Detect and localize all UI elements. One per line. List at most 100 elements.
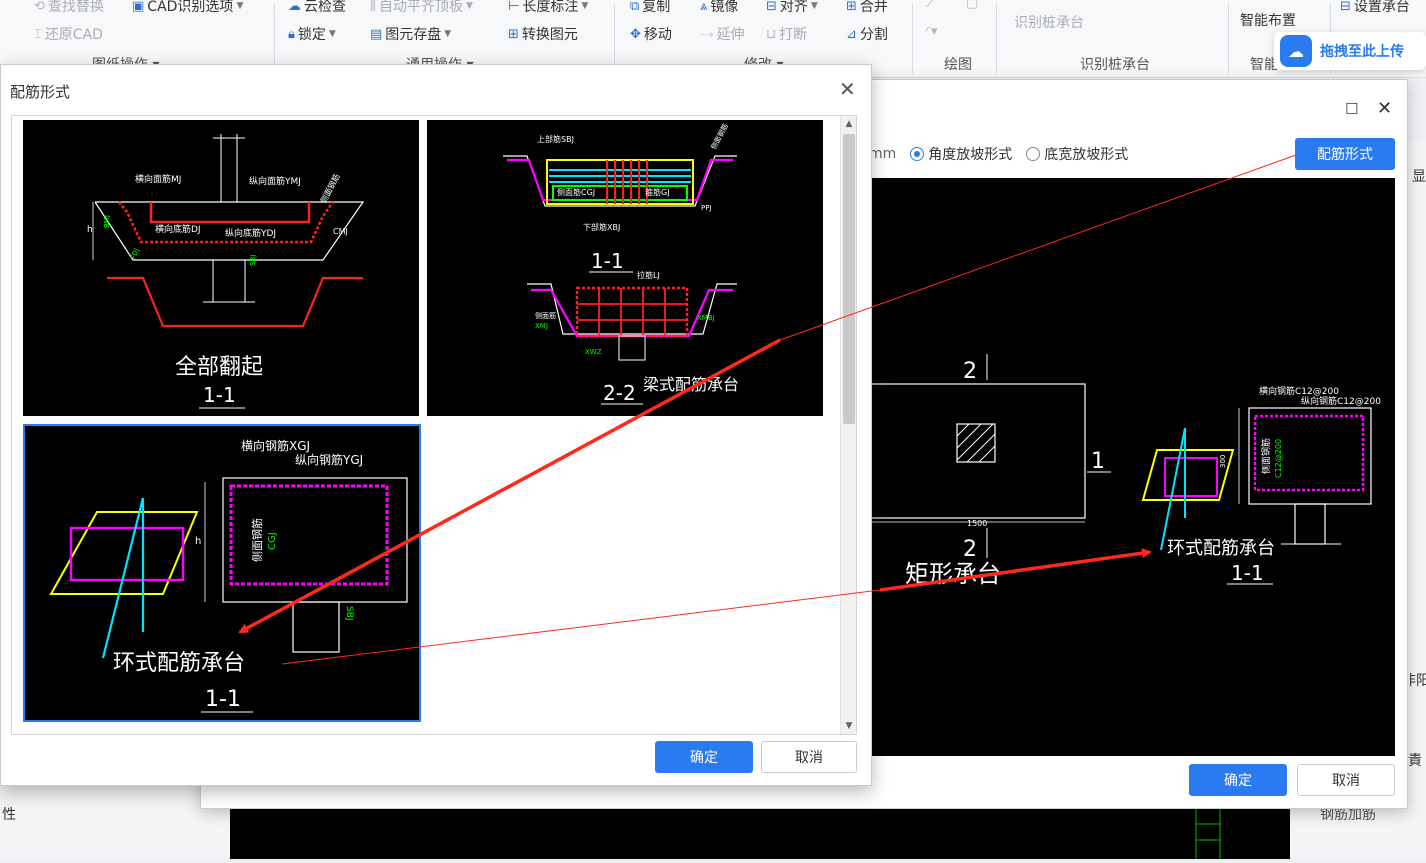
side-rebar-label: 侧面钢筋 — [250, 518, 264, 562]
gallery-scrollbar[interactable]: ▲ ▼ — [840, 116, 856, 734]
code-label: XMJ — [535, 322, 548, 330]
extend-icon: ⤍ — [700, 26, 714, 42]
store-element-button[interactable]: ▤ 图元存盘 ▼ — [370, 24, 451, 44]
extend-button[interactable]: ⤍ 延伸 — [700, 24, 745, 44]
length-mark-button[interactable]: ⊢ 长度标注 ▼ — [508, 0, 588, 16]
pile-cap-preview-drawing: 2 2 1 1500 矩形承台 300 横向钢筋C12@200 纵向钢筋C12@… — [871, 354, 1381, 588]
lock-button[interactable]: 🔒︎ 锁定 ▼ — [288, 24, 336, 44]
section-label: 2-2 — [603, 381, 636, 405]
cloud-check-icon: ☁ — [288, 0, 301, 14]
top-rebar-label: 上部筋SBJ — [537, 134, 574, 144]
draw-rect-icon: ▢ — [966, 0, 979, 11]
dropdown-arrow-icon: ▼ — [444, 29, 452, 39]
scroll-up-icon[interactable]: ▲ — [841, 116, 856, 132]
break-icon: ⊔ — [766, 26, 777, 42]
smart-layout-button[interactable]: 智能布置 — [1240, 10, 1296, 30]
code-label: XWZ — [585, 348, 602, 356]
transverse-rebar-label: 横向钢筋XGJ — [241, 438, 310, 453]
section-label: 1-1 — [203, 383, 236, 407]
break-button[interactable]: ⊔ 打断 — [766, 24, 807, 44]
slope-form-radio-group: mm 角度放坡形式 底宽放坡形式 — [869, 146, 1129, 163]
split-icon: ⊿ — [846, 26, 857, 42]
longitudinal-top-label: 纵向面筋YMJ — [249, 175, 301, 187]
tile-caption: 全部翻起 — [175, 355, 263, 380]
ribbon-divider — [1228, 4, 1229, 74]
dropdown-arrow-icon: ▼ — [581, 1, 589, 11]
move-icon: ✥ — [630, 26, 641, 42]
dropdown-arrow-icon: ▼ — [465, 1, 473, 11]
lock-icon: 🔒︎ — [288, 26, 295, 42]
code-label: BMJ — [103, 215, 111, 228]
rebar-form-tile-ring[interactable]: h 横向钢筋XGJ 纵向钢筋YGJ 侧面钢筋 CGJ SBJ 环式配筋承台 1-… — [23, 424, 421, 722]
rebar-form-dialog: 配筋形式 ✕ h 横向面筋MJ 纵向面筋YMJ 横向底筋DJ 纵向底筋YDJ 侧… — [0, 64, 872, 786]
merge-button[interactable]: ⊞ 合并 — [846, 0, 888, 16]
rebar-form-button[interactable]: 配筋形式 — [1295, 138, 1395, 170]
right-panel-label: 責 — [1408, 753, 1422, 769]
back-cancel-button[interactable]: 取消 — [1297, 764, 1395, 796]
full-bent-drawing: h 横向面筋MJ 纵向面筋YMJ 横向底筋DJ 纵向底筋YDJ 侧面钢筋 CMJ… — [87, 134, 365, 409]
copy-icon: ⧉ — [630, 0, 640, 14]
cad-canvas[interactable] — [230, 808, 1290, 859]
draw-rect-button[interactable]: ▢ — [966, 0, 978, 11]
scroll-down-icon[interactable]: ▼ — [841, 718, 856, 734]
move-button[interactable]: ✥ 移动 — [630, 24, 672, 44]
ribbon-divider — [996, 4, 997, 74]
radio-angle-slope[interactable] — [910, 147, 925, 161]
draw-line-button[interactable]: ⟋ — [926, 0, 935, 11]
draw-arc-icon: ◜▾ — [926, 24, 938, 39]
rebar-form-tile-full-bent[interactable]: h 横向面筋MJ 纵向面筋YMJ 横向底筋DJ 纵向底筋YDJ 侧面钢筋 CMJ… — [23, 120, 419, 416]
auto-align-icon: ⫼ — [370, 0, 376, 14]
set-cap-button[interactable]: ⊟ 设置承台 — [1340, 0, 1410, 16]
side-rebar-label: 侧面钢筋 — [709, 122, 730, 151]
dropdown-arrow-icon: ▼ — [328, 29, 336, 39]
upload-drop-hint[interactable]: ☁ 拖拽至此上传 — [1274, 32, 1426, 70]
section-label: 1-1 — [205, 687, 241, 712]
transverse-rebar-label: 横向钢筋C12@200 — [1259, 385, 1339, 397]
dialog-title: 配筋形式 — [10, 83, 71, 101]
rebar-form-tile-beam[interactable]: 上部筋SBJ 侧面筋CGJ 箍筋GJ 下部筋XBJ 侧面钢筋 PPJ 1-1 拉… — [427, 120, 823, 416]
cloud-check-button[interactable]: ☁ 云检查 — [288, 0, 346, 16]
tile-caption: 环式配筋承台 — [113, 651, 245, 676]
cad-options-icon: ▣ — [132, 0, 145, 14]
back-ok-button[interactable]: 确定 — [1189, 764, 1287, 796]
group-recognize-pile-cap: 识别桩承台 — [1080, 57, 1150, 73]
code-label: FDJ — [129, 247, 140, 261]
group-draw: 绘图 — [944, 57, 972, 73]
dropdown-arrow-icon: ▼ — [236, 1, 244, 11]
split-button[interactable]: ⊿ 分割 — [846, 24, 888, 44]
draw-arc-button[interactable]: ◜▾ — [926, 24, 938, 39]
cad-options-button[interactable]: ▣ CAD识别选项 ▼ — [132, 0, 243, 16]
recognize-pile-cap-button[interactable]: 识别桩承台 — [1014, 12, 1084, 32]
longitudinal-bottom-label: 纵向底筋YDJ — [225, 227, 276, 239]
front-cancel-button[interactable]: 取消 — [761, 741, 857, 773]
ribbon-divider — [912, 4, 913, 74]
code-label: XMBJ — [697, 314, 715, 322]
maximize-icon[interactable]: ☐ — [1345, 100, 1358, 118]
canvas-lines — [1195, 808, 1221, 859]
code-label: CGJ — [267, 532, 278, 550]
section-mark: 2 — [963, 537, 977, 562]
mirror-button[interactable]: ⩓ 镜像 — [700, 0, 738, 16]
restore-cad-button[interactable]: ⌶ 还原CAD — [34, 24, 103, 44]
code-label: CMJ — [333, 227, 348, 236]
section-label: 1-1 — [591, 249, 624, 273]
section-mark: 1 — [1091, 449, 1105, 474]
front-ok-button[interactable]: 确定 — [655, 741, 753, 773]
scroll-thumb[interactable] — [843, 134, 855, 424]
find-replace-button[interactable]: ⟲ 查找替换 — [34, 0, 104, 16]
right-panel-show-label: 显 — [1412, 169, 1426, 185]
side-rebar-label: 侧面钢筋 — [1260, 438, 1272, 474]
close-icon[interactable]: ✕ — [1377, 98, 1392, 119]
close-icon[interactable]: ✕ — [839, 77, 856, 101]
height-label: h — [87, 225, 93, 235]
auto-align-top-button[interactable]: ⫼ 自动平齐顶板 ▼ — [370, 0, 473, 16]
restore-cad-icon: ⌶ — [34, 26, 42, 42]
align-button[interactable]: ⊟ 对齐 ▼ — [766, 0, 818, 16]
tie-bar-label: 拉筋LJ — [637, 270, 660, 280]
copy-button[interactable]: ⧉ 复制 — [630, 0, 670, 16]
radio-bottom-width-slope[interactable] — [1026, 147, 1041, 161]
convert-element-button[interactable]: ⊞ 转换图元 — [508, 24, 578, 44]
find-replace-icon: ⟲ — [34, 0, 45, 14]
side-rebar-label: 侧面钢筋 — [318, 172, 342, 205]
dimension-label: 300 — [1219, 455, 1227, 468]
